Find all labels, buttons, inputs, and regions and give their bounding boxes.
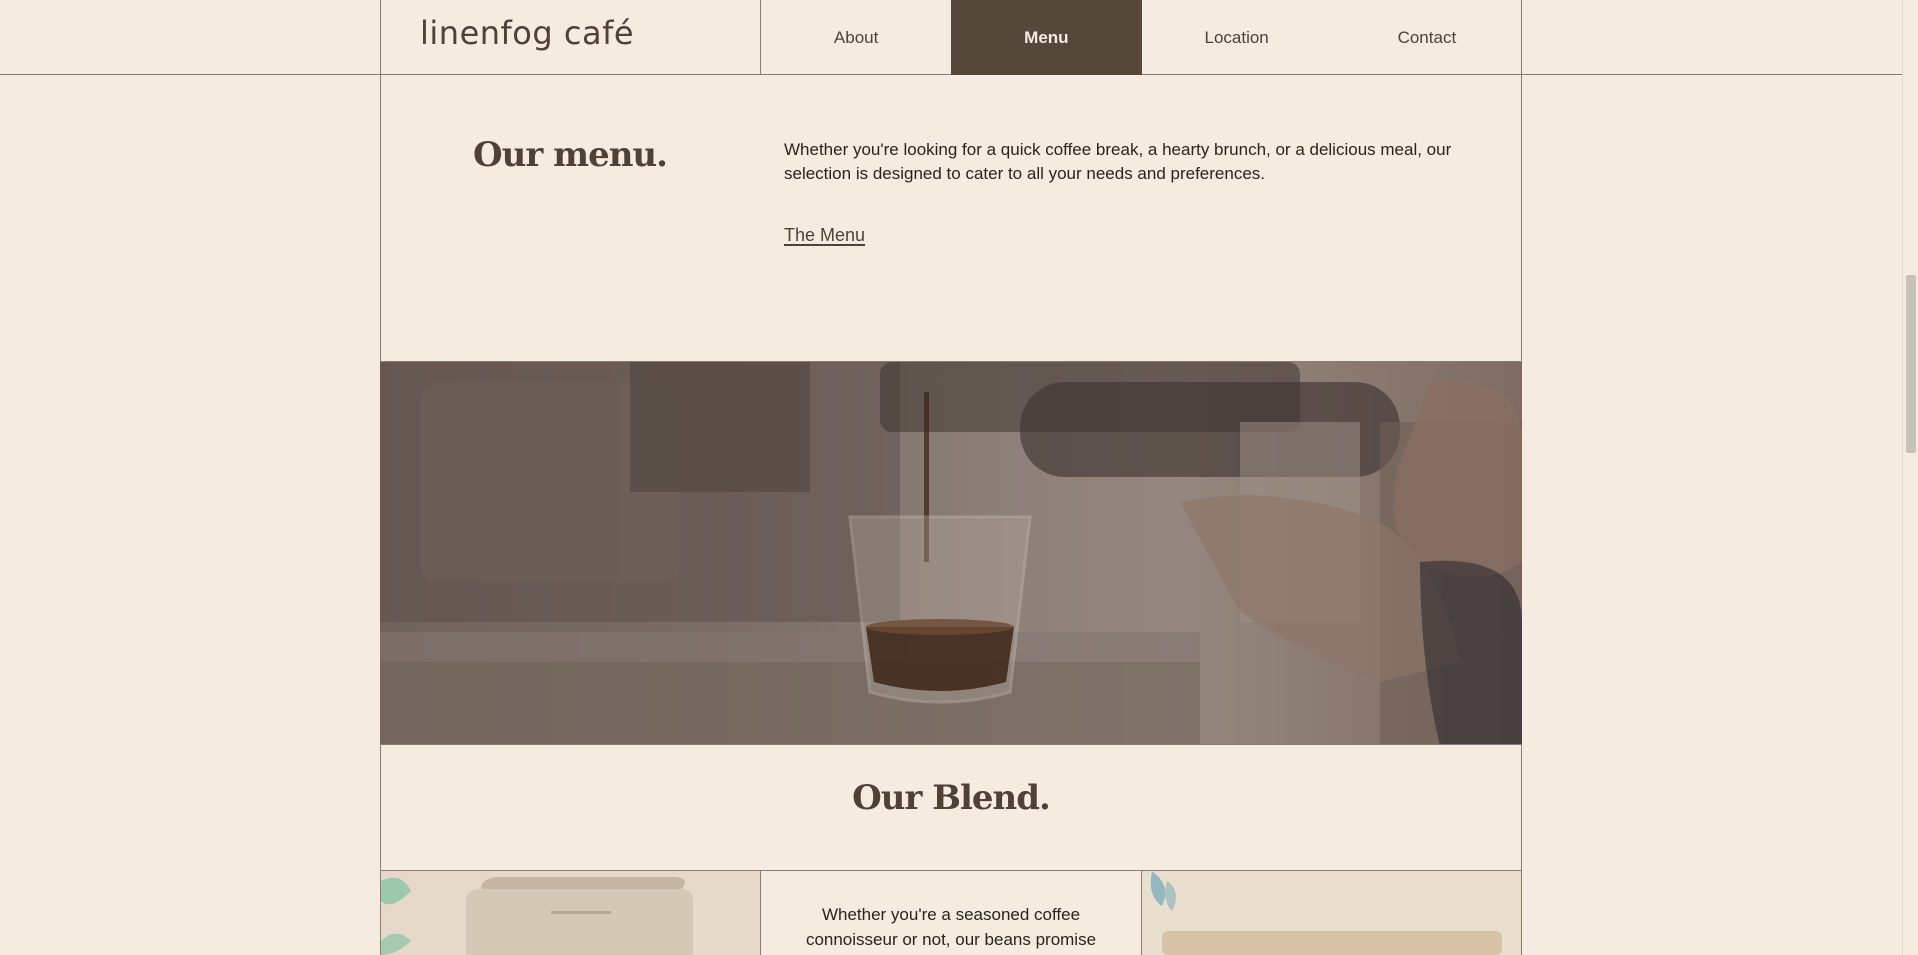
nav-menu[interactable]: Menu	[951, 0, 1142, 75]
coffee-bag-illustration-left	[381, 871, 760, 955]
coffee-bag-illustration-right	[1142, 871, 1521, 955]
nav-about[interactable]: About	[761, 0, 951, 75]
nav-contact[interactable]: Contact	[1332, 0, 1522, 75]
blend-description: Whether you're a seasoned coffee connois…	[805, 905, 1097, 949]
scrollbar-thumb[interactable]	[1906, 275, 1916, 453]
main-nav: About Menu Location Contact	[760, 0, 1522, 75]
coffee-bag-photo-right	[1141, 871, 1521, 955]
blend-section-title: Our Blend.	[852, 778, 1051, 818]
menu-section-description: Whether you're looking for a quick coffe…	[784, 140, 1452, 183]
coffee-bag-photo-left	[381, 871, 761, 955]
brand-logo[interactable]: linenfog café	[420, 14, 634, 52]
espresso-photo	[380, 361, 1522, 745]
page-scrollbar[interactable]	[1902, 0, 1918, 955]
nav-location[interactable]: Location	[1142, 0, 1332, 75]
the-menu-link[interactable]: The Menu	[784, 225, 865, 246]
espresso-illustration	[380, 362, 1522, 744]
menu-section-title: Our menu.	[473, 135, 668, 175]
